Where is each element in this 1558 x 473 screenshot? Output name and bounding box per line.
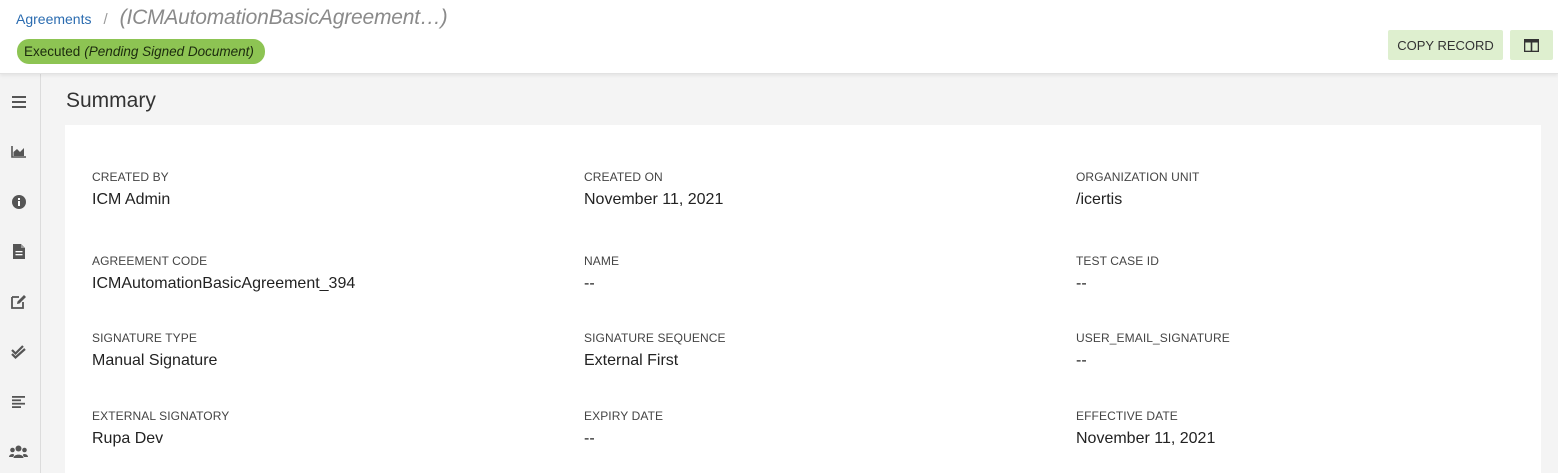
field-label: EXPIRY DATE (584, 409, 664, 423)
menu-icon (11, 95, 26, 108)
field-label: NAME (584, 254, 620, 268)
field-external-signatory: EXTERNAL SIGNATORY Rupa Dev (92, 409, 229, 448)
status-sublabel: (Pending Signed Document) (84, 44, 254, 59)
field-created-on: CREATED ON November 11, 2021 (584, 170, 723, 209)
sidebar-item-list[interactable] (10, 393, 27, 410)
list-icon (12, 395, 25, 408)
edit-icon (10, 295, 26, 309)
field-expiry-date: EXPIRY DATE -- (584, 409, 663, 448)
sidebar-item-team[interactable] (9, 443, 28, 460)
section-title: Summary (66, 89, 156, 112)
field-value: -- (584, 275, 595, 292)
field-name: NAME -- (584, 254, 619, 293)
sidebar (0, 74, 41, 473)
field-label: TEST CASE ID (1076, 254, 1159, 268)
field-value: November 11, 2021 (584, 191, 724, 208)
status-badge: Executed (Pending Signed Document) (17, 39, 265, 64)
main-content: Summary CREATED BY ICM Admin CREATED ON … (41, 74, 1558, 473)
field-value: Rupa Dev (92, 430, 164, 447)
sidebar-item-document[interactable] (10, 243, 27, 260)
status-label: Executed (24, 44, 81, 59)
columns-icon (1524, 38, 1539, 52)
summary-card: CREATED BY ICM Admin CREATED ON November… (65, 125, 1541, 473)
field-value: ICM Admin (92, 191, 171, 208)
field-label: CREATED ON (584, 170, 663, 184)
breadcrumb-current: (ICMAutomationBasicAgreement…) (119, 6, 448, 29)
sidebar-item-edit[interactable] (10, 293, 27, 310)
field-organization-unit: ORGANIZATION UNIT /icertis (1076, 170, 1199, 209)
sidebar-item-approvals[interactable] (10, 343, 27, 360)
field-value: -- (1076, 275, 1087, 292)
field-effective-date: EFFECTIVE DATE November 11, 2021 (1076, 409, 1215, 448)
field-label: USER_EMAIL_SIGNATURE (1076, 331, 1230, 345)
breadcrumb-agreements-link[interactable]: Agreements (16, 11, 91, 27)
chart-icon (11, 145, 26, 158)
field-value: /icertis (1076, 191, 1123, 208)
field-value: -- (1076, 352, 1087, 369)
field-label: AGREEMENT CODE (92, 254, 208, 268)
breadcrumb-separator: / (103, 11, 108, 28)
field-value: -- (584, 430, 595, 447)
field-label: SIGNATURE TYPE (92, 331, 197, 345)
copy-record-button[interactable]: COPY RECORD (1388, 30, 1503, 60)
field-created-by: CREATED BY ICM Admin (92, 170, 170, 209)
field-test-case-id: TEST CASE ID -- (1076, 254, 1159, 293)
layout-toggle-button[interactable] (1510, 30, 1553, 60)
field-label: EFFECTIVE DATE (1076, 409, 1178, 423)
field-value: Manual Signature (92, 352, 218, 369)
field-label: EXTERNAL SIGNATORY (92, 409, 230, 423)
field-value: November 11, 2021 (1076, 430, 1216, 447)
field-agreement-code: AGREEMENT CODE ICMAutomationBasicAgreeme… (92, 254, 355, 293)
field-label: ORGANIZATION UNIT (1076, 170, 1200, 184)
page-header: Agreements / (ICMAutomationBasicAgreemen… (0, 0, 1558, 74)
double-check-icon (11, 344, 26, 359)
field-label: SIGNATURE SEQUENCE (584, 331, 726, 345)
field-value: External First (584, 352, 679, 369)
field-signature-type: SIGNATURE TYPE Manual Signature (92, 331, 217, 370)
document-icon (12, 244, 25, 259)
sidebar-item-info[interactable] (10, 193, 27, 210)
sidebar-item-chart[interactable] (10, 143, 27, 160)
field-user-email-signature: USER_EMAIL_SIGNATURE -- (1076, 331, 1230, 370)
info-icon (11, 194, 26, 209)
field-value: ICMAutomationBasicAgreement_394 (92, 275, 356, 292)
breadcrumb: Agreements / (ICMAutomationBasicAgreemen… (16, 6, 448, 30)
field-signature-sequence: SIGNATURE SEQUENCE External First (584, 331, 726, 370)
users-icon (9, 445, 28, 458)
sidebar-item-menu[interactable] (10, 93, 27, 110)
field-label: CREATED BY (92, 170, 169, 184)
